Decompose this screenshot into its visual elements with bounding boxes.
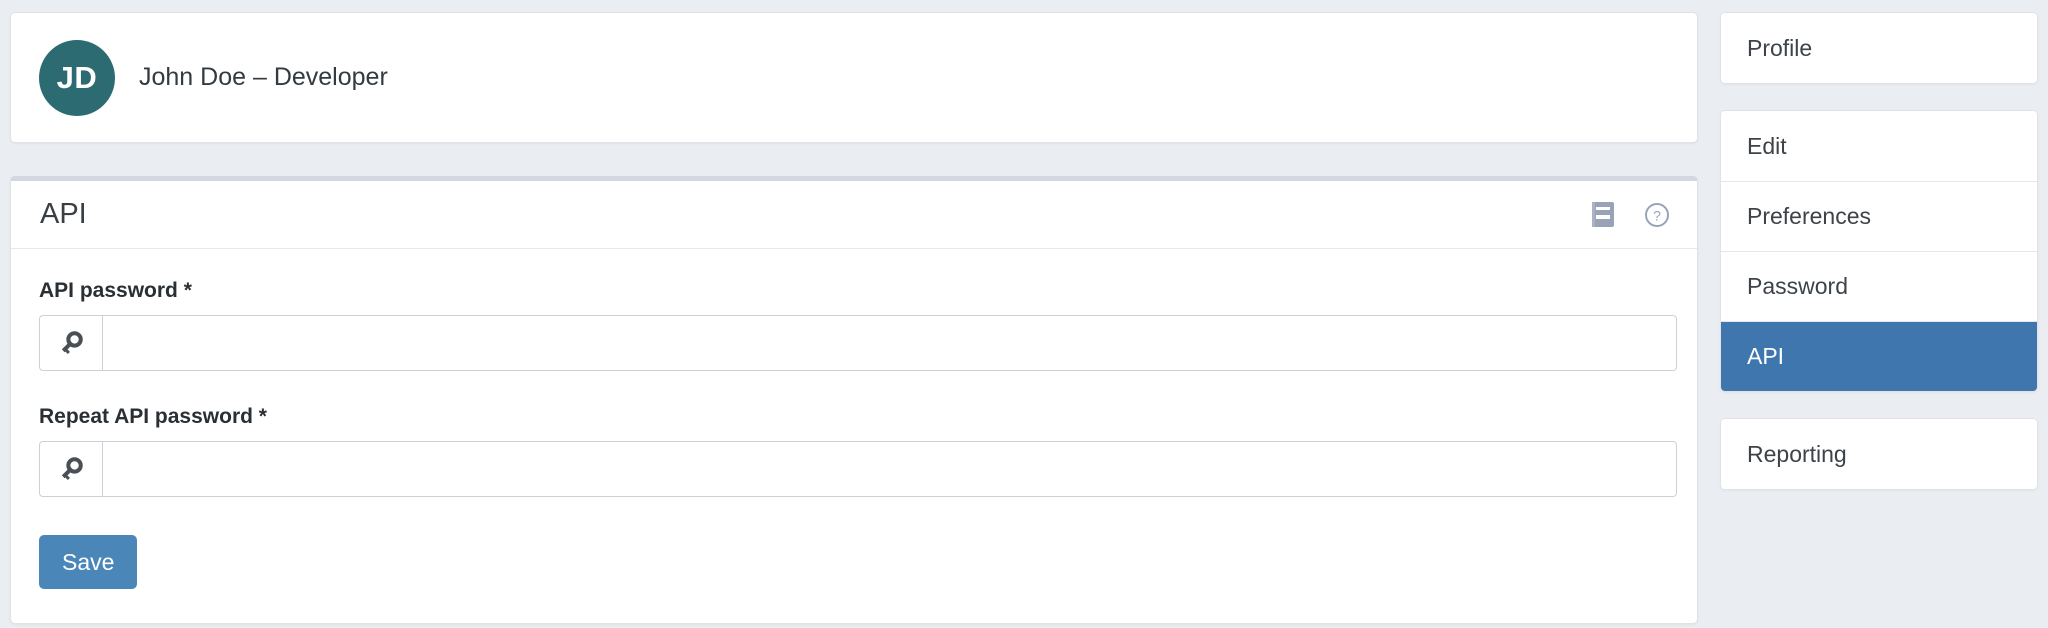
sidebar-item-label: Password xyxy=(1747,273,1848,299)
page-root: JD John Doe – Developer API ? API passwo… xyxy=(0,0,2048,628)
profile-name-role: John Doe – Developer xyxy=(139,63,388,91)
repeat-api-password-input[interactable] xyxy=(103,442,1676,496)
help-circle-icon[interactable]: ? xyxy=(1644,202,1670,228)
main-content-column: JD John Doe – Developer API ? API passwo… xyxy=(10,12,1698,624)
sidebar-item-api[interactable]: API xyxy=(1721,321,2037,391)
avatar-initials: JD xyxy=(56,59,98,95)
key-icon xyxy=(39,441,102,497)
api-panel-body: API password * Repeat API password * Sav… xyxy=(11,249,1697,623)
sidebar-card-reporting: Reporting xyxy=(1720,418,2038,490)
sidebar: Profile Edit Preferences Password API Re… xyxy=(1720,12,2038,516)
sidebar-card-profile: Profile xyxy=(1720,12,2038,84)
sidebar-item-profile[interactable]: Profile xyxy=(1721,13,2037,83)
page-title: API xyxy=(40,198,87,230)
api-password-input-wrapper xyxy=(102,315,1677,371)
sidebar-item-label: Reporting xyxy=(1747,440,1847,467)
sidebar-item-reporting[interactable]: Reporting xyxy=(1721,419,2037,489)
api-panel-header: API ? xyxy=(11,181,1697,249)
sidebar-item-preferences[interactable]: Preferences xyxy=(1721,181,2037,251)
profile-header-card: JD John Doe – Developer xyxy=(10,12,1698,143)
sidebar-item-edit[interactable]: Edit xyxy=(1721,111,2037,181)
manual-book-icon[interactable] xyxy=(1592,202,1614,227)
sidebar-card-settings: Edit Preferences Password API xyxy=(1720,110,2038,392)
panel-tool-icons: ? xyxy=(1592,202,1670,228)
api-panel: API ? API password * Repeat API password… xyxy=(10,176,1698,624)
save-button[interactable]: Save xyxy=(39,535,138,589)
sidebar-item-label: Edit xyxy=(1747,132,1787,159)
avatar: JD xyxy=(39,39,115,116)
repeat-api-password-input-wrapper xyxy=(102,441,1677,497)
svg-text:?: ? xyxy=(1653,207,1661,223)
api-password-input-group xyxy=(39,315,1677,371)
sidebar-item-label: API xyxy=(1747,343,1785,369)
repeat-api-password-label: Repeat API password * xyxy=(39,405,267,428)
sidebar-item-label: Profile xyxy=(1747,34,1813,61)
repeat-api-password-input-group xyxy=(39,441,1677,497)
sidebar-item-label: Preferences xyxy=(1747,203,1872,229)
api-password-label: API password * xyxy=(39,279,192,302)
key-icon xyxy=(39,315,102,371)
sidebar-item-password[interactable]: Password xyxy=(1721,251,2037,321)
api-password-input[interactable] xyxy=(103,316,1676,370)
